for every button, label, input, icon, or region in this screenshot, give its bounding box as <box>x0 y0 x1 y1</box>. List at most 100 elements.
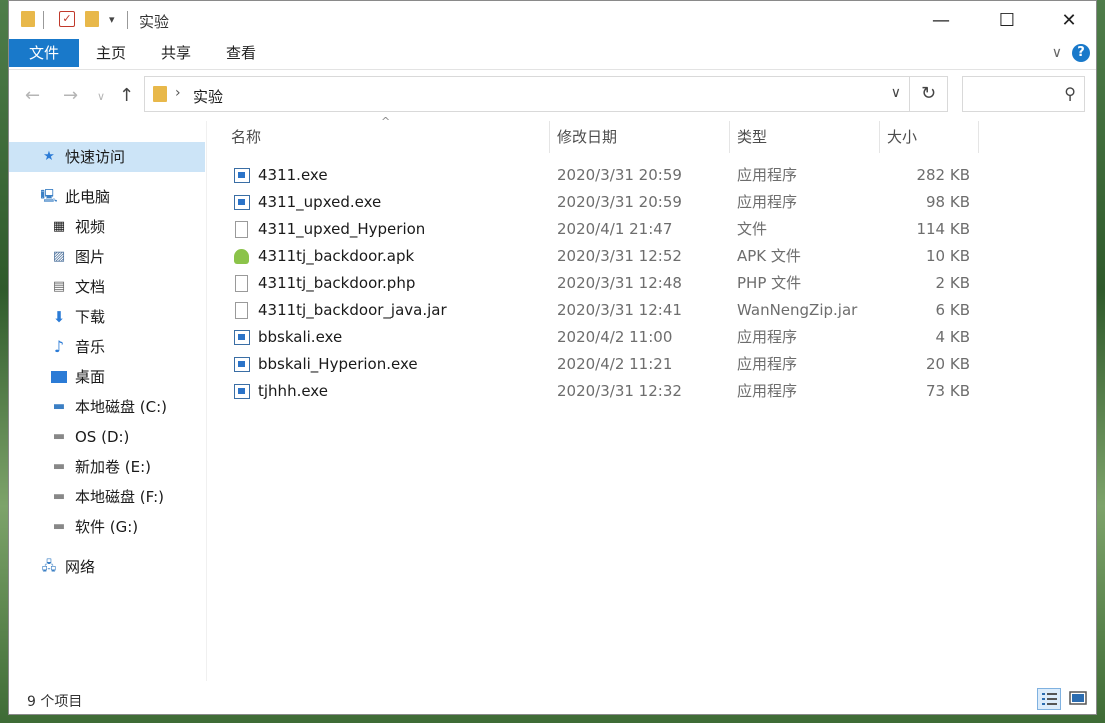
file-size: 20 KB <box>926 355 970 373</box>
application-icon <box>234 357 250 372</box>
table-row[interactable]: bbskali.exe 2020/4/2 11:00 应用程序 4 KB <box>224 324 984 351</box>
file-type: 应用程序 <box>737 328 798 346</box>
file-name: tjhhh.exe <box>258 382 328 400</box>
drive-icon: ▬ <box>52 489 66 504</box>
file-date: 2020/3/31 20:59 <box>557 166 682 184</box>
file-name: 4311.exe <box>258 166 328 184</box>
recent-locations-chevron-icon[interactable]: ∨ <box>97 90 105 103</box>
sidebar-item-quick-access[interactable]: ★ 快速访问 <box>9 142 205 172</box>
minimize-icon[interactable]: — <box>918 1 964 39</box>
desktop-icon <box>51 369 67 385</box>
computer-icon: 🖳 <box>40 189 58 204</box>
details-view-button[interactable] <box>1037 688 1061 710</box>
file-size: 114 KB <box>916 220 970 238</box>
file-size: 98 KB <box>926 193 970 211</box>
tab-share[interactable]: 共享 <box>161 39 191 67</box>
sidebar-item-downloads[interactable]: ⬇ 下载 <box>9 302 205 332</box>
column-header-type[interactable]: 类型 <box>737 121 767 153</box>
file-name: bbskali.exe <box>258 328 343 346</box>
column-divider[interactable] <box>729 121 730 153</box>
sidebar-item-network[interactable]: 🖧 网络 <box>9 552 205 582</box>
file-icon <box>235 302 248 319</box>
large-icons-view-button[interactable] <box>1067 688 1091 710</box>
title-bar: ✓ ▾ 实验 — ☐ ✕ <box>9 1 1096 39</box>
sidebar-item-music[interactable]: ♪ 音乐 <box>9 332 205 362</box>
drive-icon: ▬ <box>52 519 66 534</box>
sidebar-item-drive-g[interactable]: ▬ 软件 (G:) <box>9 512 205 542</box>
table-row[interactable]: 4311.exe 2020/3/31 20:59 应用程序 282 KB <box>224 162 984 189</box>
sidebar-item-drive-f[interactable]: ▬ 本地磁盘 (F:) <box>9 482 205 512</box>
table-row[interactable]: 4311_upxed_Hyperion 2020/4/1 21:47 文件 114 K… <box>224 216 984 243</box>
status-item-count: 9 个项目 <box>27 694 83 710</box>
breadcrumb-chevron-icon[interactable]: › <box>175 85 181 101</box>
navigation-pane: ★ 快速访问 🖳 此电脑 ▦ 视频 ▨ 图片 ▤ 文档 ⬇ 下载 ♪ 音乐 桌面… <box>9 121 207 681</box>
file-size: 10 KB <box>926 247 970 265</box>
new-folder-icon[interactable] <box>85 11 99 27</box>
divider <box>43 11 44 29</box>
file-date: 2020/3/31 12:41 <box>557 301 682 319</box>
file-type: 文件 <box>737 220 768 238</box>
drive-icon: ▬ <box>52 429 66 444</box>
video-icon: ▦ <box>52 219 66 234</box>
sort-ascending-icon: ^ <box>381 115 391 128</box>
android-icon <box>234 249 249 264</box>
file-type: 应用程序 <box>737 355 798 373</box>
properties-icon[interactable]: ✓ <box>59 11 75 27</box>
file-date: 2020/4/2 11:21 <box>557 355 673 373</box>
sidebar-item-documents[interactable]: ▤ 文档 <box>9 272 205 302</box>
column-divider[interactable] <box>549 121 550 153</box>
network-icon: 🖧 <box>41 559 57 574</box>
explorer-window: ✓ ▾ 实验 — ☐ ✕ 文件 主页 共享 查看 ∨ ? ← → ∨ ↑ › 实… <box>8 0 1097 715</box>
column-header-date[interactable]: 修改日期 <box>557 121 617 153</box>
file-name: 4311tj_backdoor.php <box>258 274 416 292</box>
table-row[interactable]: 4311tj_backdoor.php 2020/3/31 12:48 PHP 文件… <box>224 270 984 297</box>
address-bar[interactable]: › 实验 ∨ <box>144 76 910 112</box>
refresh-icon[interactable]: ↻ <box>910 76 948 112</box>
column-header-size[interactable]: 大小 <box>887 121 917 153</box>
table-row[interactable]: 4311_upxed.exe 2020/3/31 20:59 应用程序 98 KB <box>224 189 984 216</box>
maximize-icon[interactable]: ☐ <box>984 1 1030 39</box>
file-date: 2020/3/31 12:48 <box>557 274 682 292</box>
sidebar-item-pictures[interactable]: ▨ 图片 <box>9 242 205 272</box>
search-input[interactable]: ⚲ <box>962 76 1085 112</box>
sidebar-item-videos[interactable]: ▦ 视频 <box>9 212 205 242</box>
column-divider[interactable] <box>879 121 880 153</box>
help-icon[interactable]: ? <box>1072 44 1090 62</box>
file-date: 2020/4/2 11:00 <box>557 328 673 346</box>
table-row[interactable]: 4311tj_backdoor_java.jar 2020/3/31 12:41 W… <box>224 297 984 324</box>
close-icon[interactable]: ✕ <box>1046 1 1092 39</box>
forward-arrow-icon[interactable]: → <box>63 85 78 106</box>
column-divider[interactable] <box>978 121 979 153</box>
application-icon <box>234 195 250 210</box>
sidebar-item-drive-e[interactable]: ▬ 新加卷 (E:) <box>9 452 205 482</box>
expand-ribbon-chevron-icon[interactable]: ∨ <box>1052 45 1062 61</box>
file-date: 2020/3/31 12:32 <box>557 382 682 400</box>
sidebar-item-drive-c[interactable]: ▬ 本地磁盘 (C:) <box>9 392 205 422</box>
system-drive-icon: ▬ <box>52 399 66 414</box>
sidebar-item-drive-d[interactable]: ▬ OS (D:) <box>9 422 205 452</box>
table-row[interactable]: tjhhh.exe 2020/3/31 12:32 应用程序 73 KB <box>224 378 984 405</box>
sidebar-item-this-pc[interactable]: 🖳 此电脑 <box>9 182 205 212</box>
details-view-icon <box>1042 693 1057 705</box>
tab-view[interactable]: 查看 <box>226 39 256 67</box>
file-size: 4 KB <box>935 328 970 346</box>
address-dropdown-icon[interactable]: ∨ <box>891 85 901 101</box>
breadcrumb[interactable]: 实验 <box>193 86 223 107</box>
customize-toolbar-dropdown-icon[interactable]: ▾ <box>109 13 115 33</box>
file-size: 2 KB <box>935 274 970 292</box>
table-row[interactable]: bbskali_Hyperion.exe 2020/4/2 11:21 应用程序 20… <box>224 351 984 378</box>
file-type: PHP 文件 <box>737 274 802 292</box>
tab-home[interactable]: 主页 <box>96 39 126 67</box>
column-header-name[interactable]: 名称 <box>231 121 261 153</box>
drive-icon: ▬ <box>52 459 66 474</box>
star-icon: ★ <box>43 149 55 164</box>
sidebar-item-desktop[interactable]: 桌面 <box>9 362 205 392</box>
music-icon: ♪ <box>53 337 65 356</box>
back-arrow-icon[interactable]: ← <box>25 85 40 106</box>
file-type: APK 文件 <box>737 247 801 265</box>
file-size: 6 KB <box>935 301 970 319</box>
table-row[interactable]: 4311tj_backdoor.apk 2020/3/31 12:52 APK 文件… <box>224 243 984 270</box>
up-arrow-icon[interactable]: ↑ <box>119 85 134 106</box>
tab-file[interactable]: 文件 <box>9 39 79 67</box>
file-type: 应用程序 <box>737 193 798 211</box>
